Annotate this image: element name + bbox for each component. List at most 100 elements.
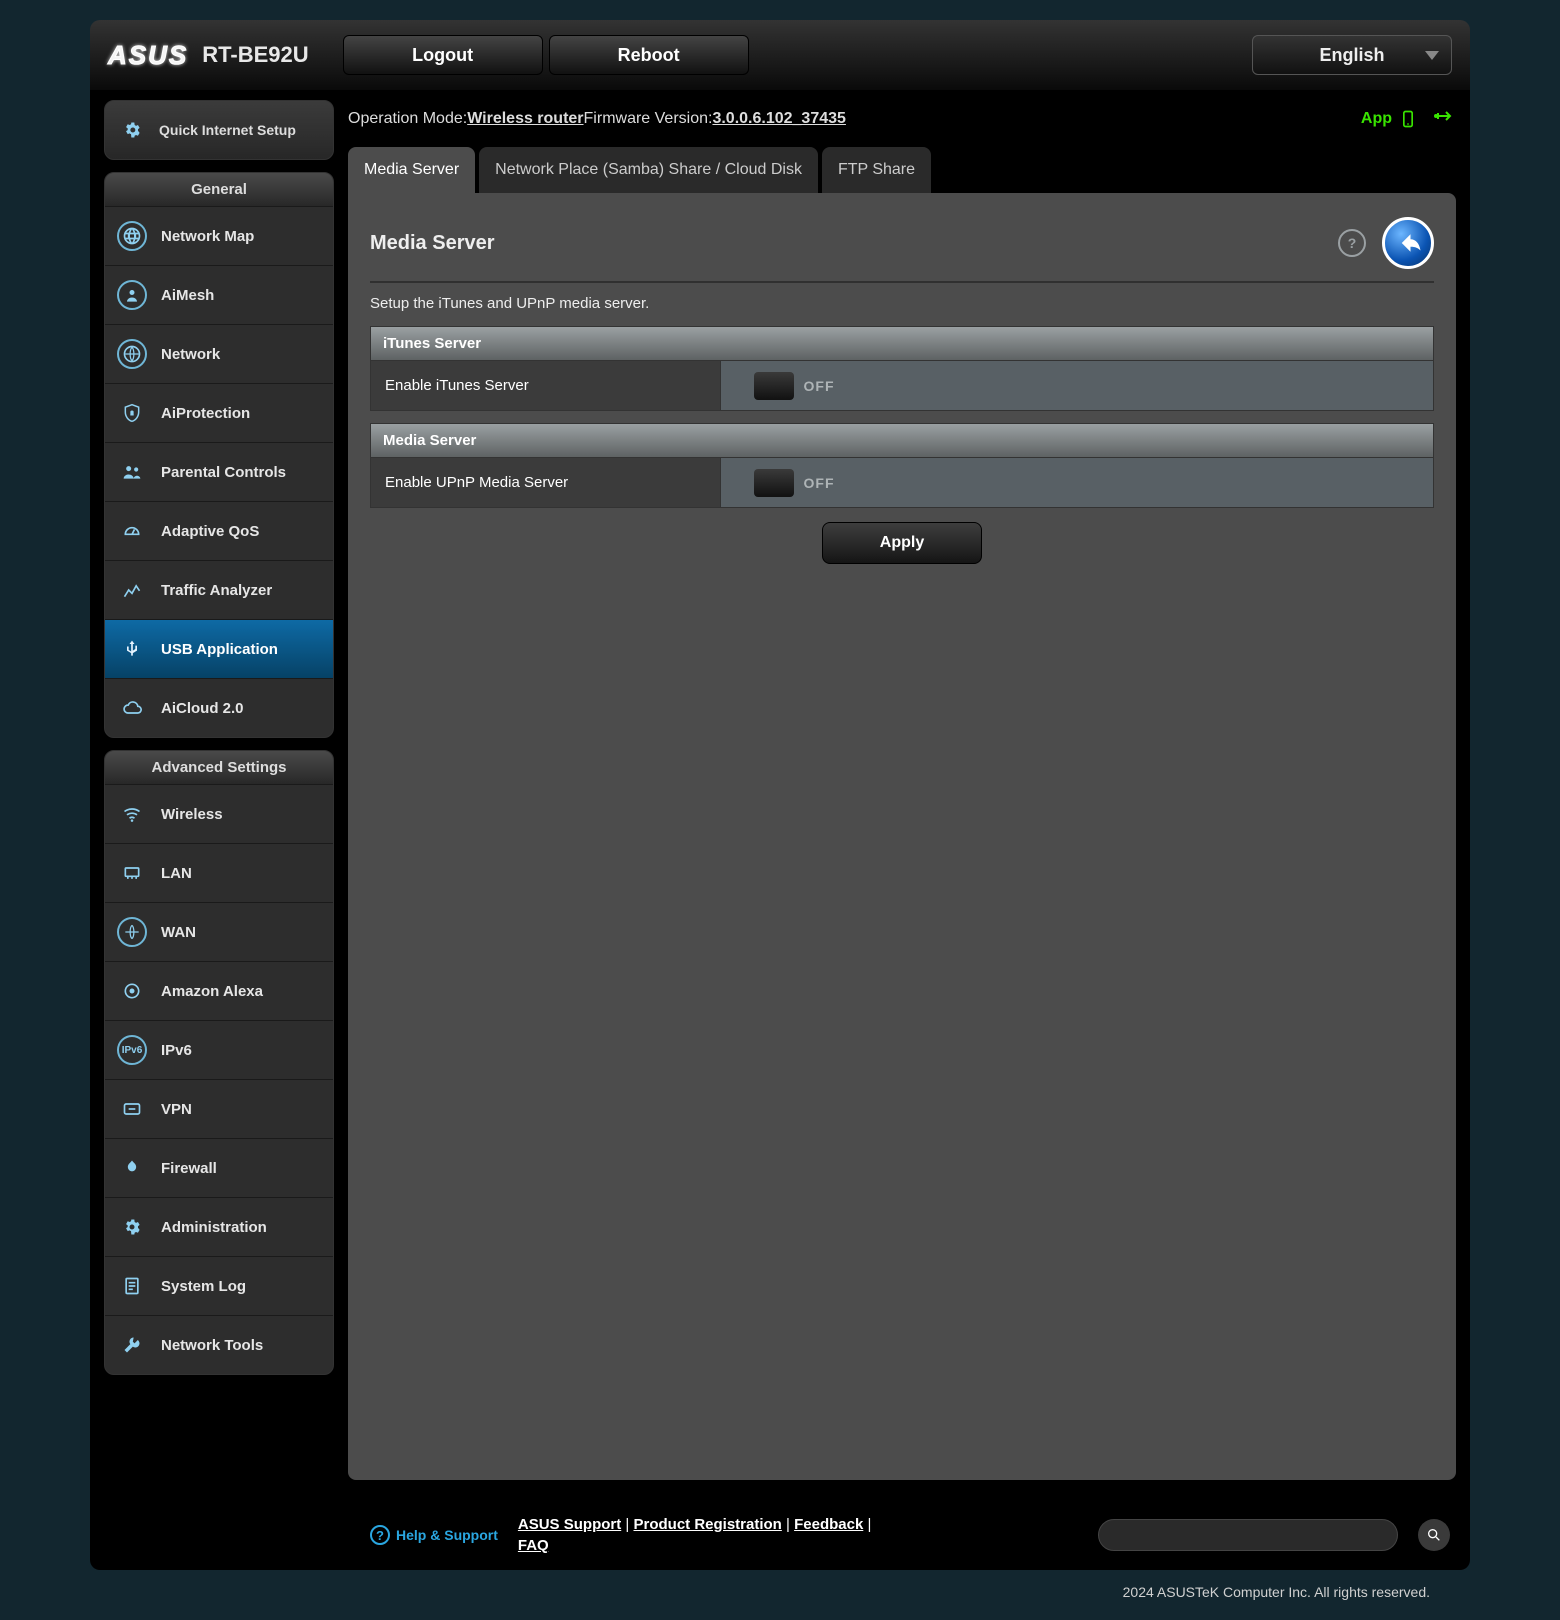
sidebar-item-aicloud[interactable]: AiCloud 2.0 [105, 678, 333, 737]
tools-icon [117, 1330, 147, 1360]
sidebar-item-label: VPN [161, 1101, 192, 1118]
sidebar-item-lan[interactable]: LAN [105, 843, 333, 902]
sidebar-item-label: IPv6 [161, 1042, 192, 1059]
sidebar-item-label: Quick Internet Setup [159, 122, 296, 139]
help-support-label: Help & Support [396, 1527, 498, 1543]
firewall-icon [117, 1153, 147, 1183]
link-faq[interactable]: FAQ [518, 1537, 549, 1554]
sidebar-item-network[interactable]: Network [105, 324, 333, 383]
toggle-state: OFF [797, 378, 841, 394]
language-select[interactable]: English [1252, 35, 1452, 75]
logout-button[interactable]: Logout [343, 35, 543, 75]
fw-label: Firmware Version: [584, 110, 713, 128]
gauge-icon [117, 516, 147, 546]
phone-icon[interactable] [1398, 109, 1418, 129]
sidebar-item-label: AiProtection [161, 405, 250, 422]
brand-logo: ASUS [108, 40, 188, 71]
sidebar-item-wireless[interactable]: Wireless [105, 784, 333, 843]
sidebar-item-network-map[interactable]: Network Map [105, 206, 333, 265]
tab-media-server[interactable]: Media Server [348, 147, 475, 193]
sidebar-item-label: Wireless [161, 806, 223, 823]
sidebar-item-aiprotection[interactable]: AiProtection [105, 383, 333, 442]
sidebar-item-firewall[interactable]: Firewall [105, 1138, 333, 1197]
sidebar-item-parental-controls[interactable]: Parental Controls [105, 442, 333, 501]
sidebar-item-label: Firewall [161, 1160, 217, 1177]
sidebar-item-label: Traffic Analyzer [161, 582, 272, 599]
help-icon[interactable]: ? [1338, 229, 1366, 257]
content-panel: Media Server ? Setup the iTunes and UPnP… [348, 193, 1456, 1480]
usb-status-icon[interactable] [1432, 104, 1456, 133]
chevron-down-icon [1425, 51, 1439, 60]
sidebar-item-usb-application[interactable]: USB Application [105, 619, 333, 678]
sidebar-item-label: USB Application [161, 641, 278, 658]
link-asus-support[interactable]: ASUS Support [518, 1516, 621, 1533]
status-line: Operation Mode: Wireless router Firmware… [348, 100, 1456, 147]
section-media-row: Enable UPnP Media Server OFF [370, 458, 1434, 508]
section-itunes-row: Enable iTunes Server OFF [370, 361, 1434, 411]
log-icon [117, 1271, 147, 1301]
sidebar: Quick Internet Setup General Network Map… [90, 90, 348, 1490]
sidebar-item-label: LAN [161, 865, 192, 882]
footer-links: ASUS Support | Product Registration | Fe… [518, 1514, 871, 1556]
sidebar-item-administration[interactable]: Administration [105, 1197, 333, 1256]
toggle-itunes-server[interactable]: OFF [751, 369, 841, 403]
sidebar-item-label: Amazon Alexa [161, 983, 263, 1000]
alexa-icon [117, 976, 147, 1006]
toggle-upnp-server[interactable]: OFF [751, 466, 841, 500]
footer-search-input[interactable] [1098, 1519, 1398, 1551]
help-icon: ? [370, 1525, 390, 1545]
toggle-state: OFF [797, 475, 841, 491]
link-product-registration[interactable]: Product Registration [633, 1516, 781, 1533]
link-feedback[interactable]: Feedback [794, 1516, 863, 1533]
fw-value[interactable]: 3.0.0.6.102_37435 [712, 110, 845, 128]
help-support-link[interactable]: ? Help & Support [370, 1525, 498, 1545]
section-media-header: Media Server [370, 423, 1434, 458]
tab-samba-cloud[interactable]: Network Place (Samba) Share / Cloud Disk [479, 147, 818, 193]
apply-button[interactable]: Apply [822, 522, 982, 564]
row-label-itunes: Enable iTunes Server [371, 361, 721, 410]
sidebar-item-ipv6[interactable]: IPv6 IPv6 [105, 1020, 333, 1079]
language-label: English [1319, 45, 1384, 66]
sidebar-item-system-log[interactable]: System Log [105, 1256, 333, 1315]
toggle-knob [754, 469, 794, 497]
search-icon [1426, 1527, 1442, 1543]
op-mode-value[interactable]: Wireless router [467, 110, 583, 128]
panel-desc: Setup the iTunes and UPnP media server. [370, 295, 1434, 312]
sidebar-item-wan[interactable]: WAN [105, 902, 333, 961]
sidebar-item-traffic-analyzer[interactable]: Traffic Analyzer [105, 560, 333, 619]
gear-icon [117, 1212, 147, 1242]
mesh-icon [117, 280, 147, 310]
sidebar-item-vpn[interactable]: VPN [105, 1079, 333, 1138]
sidebar-item-label: Parental Controls [161, 464, 286, 481]
sidebar-item-label: System Log [161, 1278, 246, 1295]
sidebar-item-adaptive-qos[interactable]: Adaptive QoS [105, 501, 333, 560]
panel-title: Media Server [370, 232, 495, 255]
back-arrow-icon [1393, 228, 1423, 258]
copyright: 2024 ASUSTeK Computer Inc. All rights re… [90, 1570, 1470, 1600]
usb-icon [117, 634, 147, 664]
sidebar-item-label: Network Tools [161, 1337, 263, 1354]
chart-icon [117, 575, 147, 605]
op-mode-label: Operation Mode: [348, 110, 467, 128]
tab-ftp-share[interactable]: FTP Share [822, 147, 931, 193]
top-banner: ASUS RT-BE92U Logout Reboot English [90, 20, 1470, 90]
sidebar-item-network-tools[interactable]: Network Tools [105, 1315, 333, 1374]
tab-row: Media Server Network Place (Samba) Share… [348, 147, 1456, 193]
ipv6-icon: IPv6 [117, 1035, 147, 1065]
sidebar-item-quick-internet-setup[interactable]: Quick Internet Setup [104, 100, 334, 160]
footer-search-button[interactable] [1418, 1519, 1450, 1551]
app-link[interactable]: App [1361, 110, 1392, 128]
sidebar-item-aimesh[interactable]: AiMesh [105, 265, 333, 324]
sidebar-item-label: AiMesh [161, 287, 214, 304]
sidebar-item-amazon-alexa[interactable]: Amazon Alexa [105, 961, 333, 1020]
sidebar-advanced-header: Advanced Settings [105, 751, 333, 784]
vpn-icon [117, 1094, 147, 1124]
globe-icon [117, 917, 147, 947]
sidebar-item-label: Network [161, 346, 220, 363]
toggle-knob [754, 372, 794, 400]
sidebar-item-label: AiCloud 2.0 [161, 700, 244, 717]
shield-icon [117, 398, 147, 428]
gear-globe-icon [117, 115, 147, 145]
reboot-button[interactable]: Reboot [549, 35, 749, 75]
back-button[interactable] [1382, 217, 1434, 269]
